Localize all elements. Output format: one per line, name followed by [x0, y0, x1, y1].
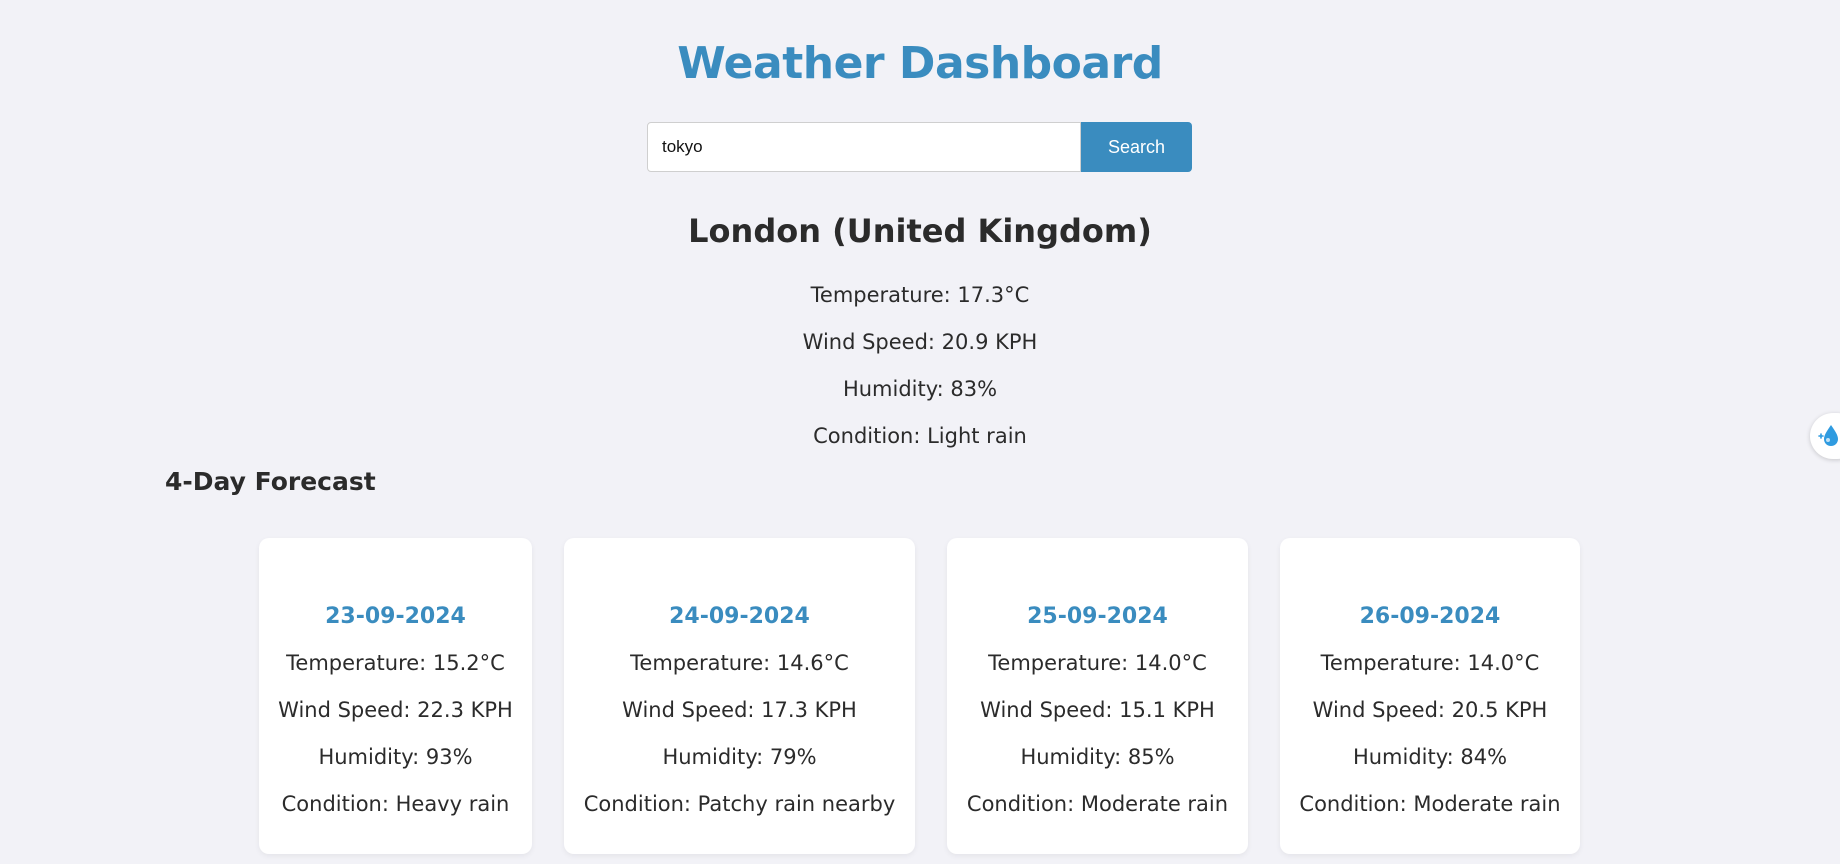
weather-dashboard-page: Weather Dashboard Search London (United … — [0, 0, 1840, 864]
search-bar: Search — [647, 122, 1192, 172]
forecast-card: 23-09-2024 Temperature: 15.2°C Wind Spee… — [259, 538, 532, 854]
forecast-wind-speed: Wind Speed: 15.1 KPH — [980, 698, 1215, 722]
forecast-date: 26-09-2024 — [1359, 604, 1501, 629]
forecast-condition: Condition: Moderate rain — [966, 792, 1229, 816]
forecast-temperature: Temperature: 14.6°C — [630, 651, 849, 675]
forecast-condition: Condition: Heavy rain — [281, 792, 510, 816]
forecast-condition: Condition: Patchy rain nearby — [583, 792, 896, 816]
forecast-humidity: Humidity: 93% — [318, 745, 473, 769]
forecast-heading: 4-Day Forecast — [165, 467, 376, 496]
forecast-card: 26-09-2024 Temperature: 14.0°C Wind Spee… — [1280, 538, 1580, 854]
forecast-card: 24-09-2024 Temperature: 14.6°C Wind Spee… — [564, 538, 915, 854]
forecast-temperature: Temperature: 14.0°C — [988, 651, 1207, 675]
forecast-date: 25-09-2024 — [1027, 604, 1168, 629]
forecast-condition: Condition: Moderate rain — [1299, 792, 1561, 816]
forecast-wind-speed: Wind Speed: 22.3 KPH — [278, 698, 513, 722]
current-humidity: Humidity: 83% — [842, 377, 998, 401]
forecast-wind-speed: Wind Speed: 17.3 KPH — [622, 698, 857, 722]
forecast-humidity: Humidity: 79% — [662, 745, 817, 769]
forecast-date: 24-09-2024 — [669, 604, 810, 629]
city-search-input[interactable] — [647, 122, 1081, 172]
current-temperature: Temperature: 17.3°C — [810, 283, 1030, 307]
forecast-card: 25-09-2024 Temperature: 14.0°C Wind Spee… — [947, 538, 1248, 854]
forecast-date: 23-09-2024 — [325, 604, 466, 629]
current-condition: Condition: Light rain — [813, 424, 1027, 448]
forecast-temperature: Temperature: 14.0°C — [1320, 651, 1540, 675]
forecast-temperature: Temperature: 15.2°C — [286, 651, 505, 675]
water-drop-icon — [1818, 425, 1838, 446]
forecast-humidity: Humidity: 85% — [1020, 745, 1175, 769]
current-wind-speed: Wind Speed: 20.9 KPH — [802, 330, 1038, 354]
current-weather: London (United Kingdom) Temperature: 17.… — [0, 210, 1840, 460]
page-title: Weather Dashboard — [677, 38, 1163, 89]
forecast-humidity: Humidity: 84% — [1352, 745, 1508, 769]
search-button[interactable]: Search — [1081, 122, 1192, 172]
city-name: London (United Kingdom) — [688, 212, 1152, 250]
forecast-wind-speed: Wind Speed: 20.5 KPH — [1312, 698, 1548, 722]
